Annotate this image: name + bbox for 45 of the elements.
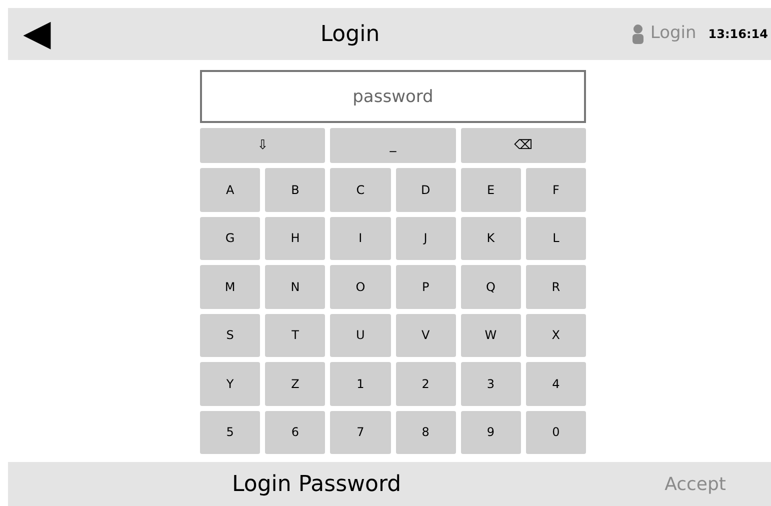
back-button[interactable]: ◀: [16, 16, 58, 52]
footer-title: Login Password: [232, 470, 402, 498]
keyboard-key[interactable]: D: [396, 168, 456, 212]
password-field[interactable]: password: [200, 70, 586, 123]
keyboard-key[interactable]: P: [396, 265, 456, 308]
keyboard-key[interactable]: A: [200, 168, 260, 212]
keyboard-key[interactable]: N: [265, 265, 326, 308]
keyboard-key[interactable]: U: [330, 314, 390, 357]
keyboard-key[interactable]: W: [460, 314, 521, 357]
keyboard-key[interactable]: J: [396, 216, 456, 260]
keyboard-key[interactable]: G: [200, 216, 260, 260]
keyboard-key[interactable]: 2: [396, 362, 456, 406]
keyboard-key[interactable]: _: [330, 128, 456, 163]
keyboard-key[interactable]: ⌫: [460, 128, 586, 163]
keyboard-key[interactable]: 5: [200, 410, 260, 454]
page-title: Login: [319, 20, 381, 48]
keyboard-key[interactable]: C: [330, 168, 390, 212]
keyboard-key[interactable]: Y: [200, 362, 260, 406]
keyboard-key[interactable]: 7: [330, 410, 390, 454]
keyboard-key[interactable]: S: [200, 314, 260, 357]
keyboard-key[interactable]: ⇩: [200, 128, 326, 163]
keyboard-key[interactable]: R: [526, 265, 586, 308]
keyboard-key[interactable]: V: [396, 314, 456, 357]
keyboard-key[interactable]: T: [265, 314, 326, 357]
keyboard-key[interactable]: 0: [526, 410, 586, 454]
keyboard-key[interactable]: 3: [460, 362, 521, 406]
user-icon: [632, 24, 644, 44]
clock-time: 13:16:14: [708, 26, 768, 43]
keyboard-key[interactable]: Q: [460, 265, 521, 308]
keyboard-key[interactable]: L: [526, 216, 586, 260]
keyboard-key[interactable]: 9: [460, 410, 521, 454]
keyboard-key[interactable]: 8: [396, 410, 456, 454]
keyboard-key[interactable]: 1: [330, 362, 390, 406]
keyboard-key[interactable]: 6: [265, 410, 326, 454]
keyboard-key[interactable]: K: [460, 216, 521, 260]
keyboard-key[interactable]: M: [200, 265, 260, 308]
keyboard-key[interactable]: X: [526, 314, 586, 357]
keyboard-key[interactable]: E: [460, 168, 521, 212]
keyboard-key[interactable]: O: [330, 265, 390, 308]
keyboard-key[interactable]: I: [330, 216, 390, 260]
keyboard-key[interactable]: F: [526, 168, 586, 212]
keyboard-key[interactable]: B: [265, 168, 326, 212]
keyboard-key[interactable]: 4: [526, 362, 586, 406]
keyboard-key[interactable]: Z: [265, 362, 326, 406]
keyboard-key[interactable]: H: [265, 216, 326, 260]
